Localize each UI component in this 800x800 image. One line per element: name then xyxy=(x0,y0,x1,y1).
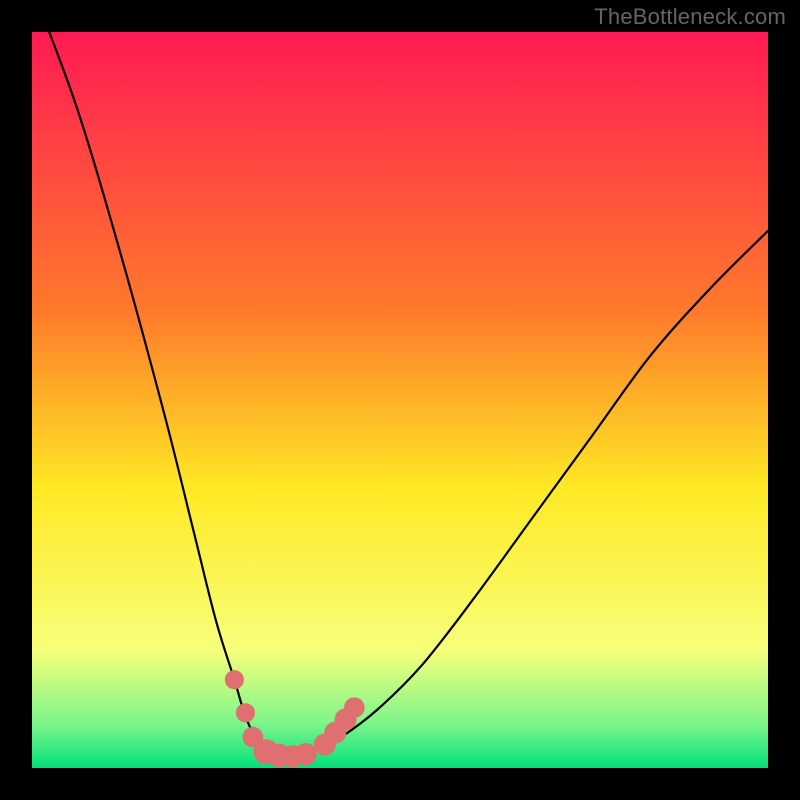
data-marker xyxy=(225,670,244,689)
gradient-background xyxy=(32,32,768,768)
data-marker xyxy=(344,697,365,718)
watermark-text: TheBottleneck.com xyxy=(594,4,786,30)
data-marker xyxy=(295,743,317,765)
chart-frame xyxy=(32,32,768,768)
data-marker xyxy=(236,703,255,722)
bottleneck-chart xyxy=(32,32,768,768)
